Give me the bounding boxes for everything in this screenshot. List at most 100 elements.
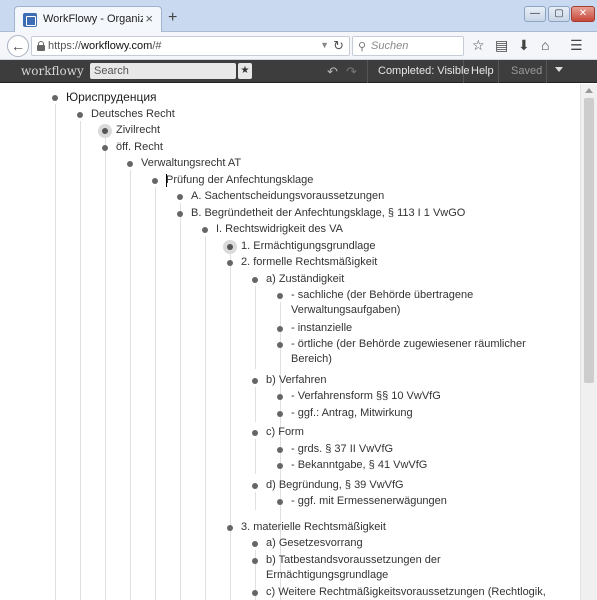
outline-item-text[interactable]: Юриспруденция (66, 90, 157, 105)
bullet-icon[interactable] (127, 161, 133, 167)
bullet-icon[interactable] (177, 194, 183, 200)
outline-item-text[interactable]: 3. materielle Rechtsmäßigkeit (241, 520, 386, 535)
redo-icon[interactable]: ↷ (346, 64, 357, 80)
download-icon[interactable]: ⬇ (518, 37, 530, 53)
bullet-icon[interactable] (277, 410, 283, 417)
outline-item-line: 1. Ermächtigungsgrundlage (241, 239, 376, 252)
outline-item-text[interactable]: öff. Recht (116, 140, 163, 155)
bullet-icon[interactable] (277, 394, 283, 400)
settings-dropdown-icon[interactable] (555, 67, 563, 72)
hamburger-menu-icon[interactable]: ☰ (570, 37, 583, 53)
bullet-icon[interactable] (252, 276, 258, 283)
collapsed-bullet-icon[interactable] (223, 239, 237, 254)
outline-item-text[interactable]: b) Verfahren (266, 373, 327, 388)
bullet-icon[interactable] (252, 482, 258, 489)
outline-item-text[interactable]: d) Begründung, § 39 VwVfG (266, 478, 404, 493)
outline-item-text[interactable]: b) Tatbestandsvoraussetzungen der Ermächt… (266, 553, 441, 583)
outline-item-line: c) Form (266, 426, 304, 438)
back-icon[interactable]: ← (7, 35, 29, 57)
bookmark-star-icon[interactable]: ☆ (472, 37, 485, 53)
bullet-icon[interactable] (52, 95, 58, 101)
bullet-icon[interactable] (252, 590, 258, 596)
outline-item-text[interactable]: Verwaltungsrecht AT (141, 156, 241, 171)
outline-item-line: b) Tatbestandsvoraussetzungen der (266, 553, 441, 566)
collapsed-bullet-icon[interactable] (98, 124, 112, 138)
outline-item-line: - instanzielle (291, 321, 353, 334)
outline-item-line: b) Verfahren (266, 373, 327, 386)
outline-item-text[interactable]: a) Zuständigkeit (266, 272, 344, 287)
outline-item-text[interactable]: - Verfahrensform §§ 10 VwVfG (291, 389, 441, 404)
outline-item-text[interactable]: - ggf.: Antrag, Mitwirkung (291, 406, 413, 421)
bullet-icon[interactable] (277, 342, 283, 348)
bullet-icon[interactable] (277, 499, 283, 505)
bullet-icon[interactable] (252, 557, 258, 564)
reader-icon[interactable]: ▤ (495, 37, 508, 53)
lock-icon (37, 41, 45, 51)
bullet-icon[interactable] (252, 377, 258, 384)
indent-guide-line (205, 236, 206, 600)
outline-item-text[interactable]: - sachliche (der Behörde übertragene Verw… (291, 288, 473, 318)
scrollbar-thumb[interactable] (584, 98, 594, 383)
url-dropdown-icon[interactable]: ▼ (320, 40, 329, 50)
reload-icon[interactable]: ↻ (333, 38, 344, 54)
workflowy-logo[interactable]: workflowy (21, 64, 84, 78)
outline-item-text[interactable]: 2. formelle Rechtsmäßigkeit (241, 255, 377, 270)
bullet-icon[interactable] (277, 446, 283, 453)
bullet-icon[interactable] (202, 227, 208, 233)
bullet-icon[interactable] (252, 541, 258, 547)
tab-title: WorkFlowy - Organize your brain. (43, 13, 143, 25)
workflowy-search-input[interactable]: Search (90, 63, 236, 79)
outline-item-line: A. Sachentscheidungsvoraussetzungen (191, 190, 385, 202)
outline-item-text[interactable]: 1. Ermächtigungsgrundlage (241, 239, 376, 254)
outline-item-text[interactable]: - örtliche (der Behörde zugewiesener räu… (291, 337, 526, 367)
outline-item-line: Verwaltungsaufgaben) (291, 304, 401, 316)
bullet-icon[interactable] (77, 111, 83, 118)
help-button[interactable]: Help (471, 65, 494, 77)
outline-item-text[interactable]: - Bekanntgabe, § 41 VwVfG (291, 458, 427, 473)
bullet-icon[interactable] (102, 144, 108, 151)
toolbar-divider (367, 60, 368, 83)
outline-item-text[interactable]: Prüfung der Anfechtungsklage (166, 173, 313, 188)
outline-item-line: Zivilrecht (116, 124, 161, 136)
completed-visible-toggle[interactable]: Completed: Visible (378, 65, 470, 77)
undo-icon[interactable]: ↶ (327, 64, 338, 80)
outline-item-text[interactable]: - ggf. mit Ermessenerwägungen (291, 494, 447, 509)
outline-item-text[interactable]: c) Weitere Rechtmäßigkeitsvoraussetzunge… (266, 585, 546, 600)
maximize-button[interactable]: ▢ (548, 6, 570, 22)
outline-item-text[interactable]: - instanzielle (291, 321, 352, 336)
bullet-icon[interactable] (277, 325, 283, 332)
indent-guide-line (230, 533, 231, 600)
bullet-icon[interactable] (227, 524, 233, 531)
indent-guide-line (255, 491, 256, 510)
window-titlebar: WorkFlowy - Organize your brain. × + — ▢… (0, 0, 597, 33)
minimize-button[interactable]: — (524, 6, 546, 22)
outline-item-text[interactable]: - grds. § 37 II VwVfG (291, 442, 393, 457)
outline-item-text[interactable]: a) Gesetzesvorrang (266, 536, 363, 551)
workflowy-toolbar: workflowy Search ★ ↶ ↷ Completed: Visibl… (0, 60, 597, 83)
new-tab-button[interactable]: + (168, 10, 177, 26)
tab-close-icon[interactable]: × (145, 12, 153, 26)
bullet-icon[interactable] (177, 210, 183, 217)
outline-item-line: 3. materielle Rechtsmäßigkeit (241, 520, 386, 533)
browser-tab-workflowy[interactable]: WorkFlowy - Organize your brain. × (14, 6, 162, 33)
bullet-icon[interactable] (252, 430, 258, 436)
bullet-icon[interactable] (277, 463, 283, 469)
address-bar[interactable]: https://workflowy.com/# ▼ ↻ (31, 36, 350, 56)
outline-item-text[interactable]: A. Sachentscheidungsvoraussetzungen (191, 189, 384, 204)
home-icon[interactable]: ⌂ (541, 37, 549, 53)
close-window-button[interactable]: ✕ (571, 6, 595, 22)
outline-item-text[interactable]: B. Begründetheit der Anfechtungsklage, §… (191, 206, 465, 221)
vertical-scrollbar[interactable] (580, 84, 597, 600)
outline-item-text[interactable]: I. Rechtswidrigkeit des VA (216, 222, 343, 237)
outline-item-line: - örtliche (der Behörde zugewiesener räu… (291, 338, 526, 350)
outline-item-text[interactable]: c) Form (266, 425, 304, 440)
outline-item-line: c) Weitere Rechtmäßigkeitsvoraussetzunge… (266, 586, 546, 598)
outline-item-text[interactable]: Deutsches Recht (91, 107, 175, 122)
browser-search-input[interactable]: ⚲ Suchen (352, 36, 464, 56)
bullet-icon[interactable] (152, 177, 158, 184)
star-icon[interactable]: ★ (238, 63, 252, 79)
outline-item-text[interactable]: Zivilrecht (116, 123, 160, 138)
scroll-up-icon[interactable] (585, 88, 593, 93)
bullet-icon[interactable] (227, 260, 233, 266)
bullet-icon[interactable] (277, 293, 283, 299)
